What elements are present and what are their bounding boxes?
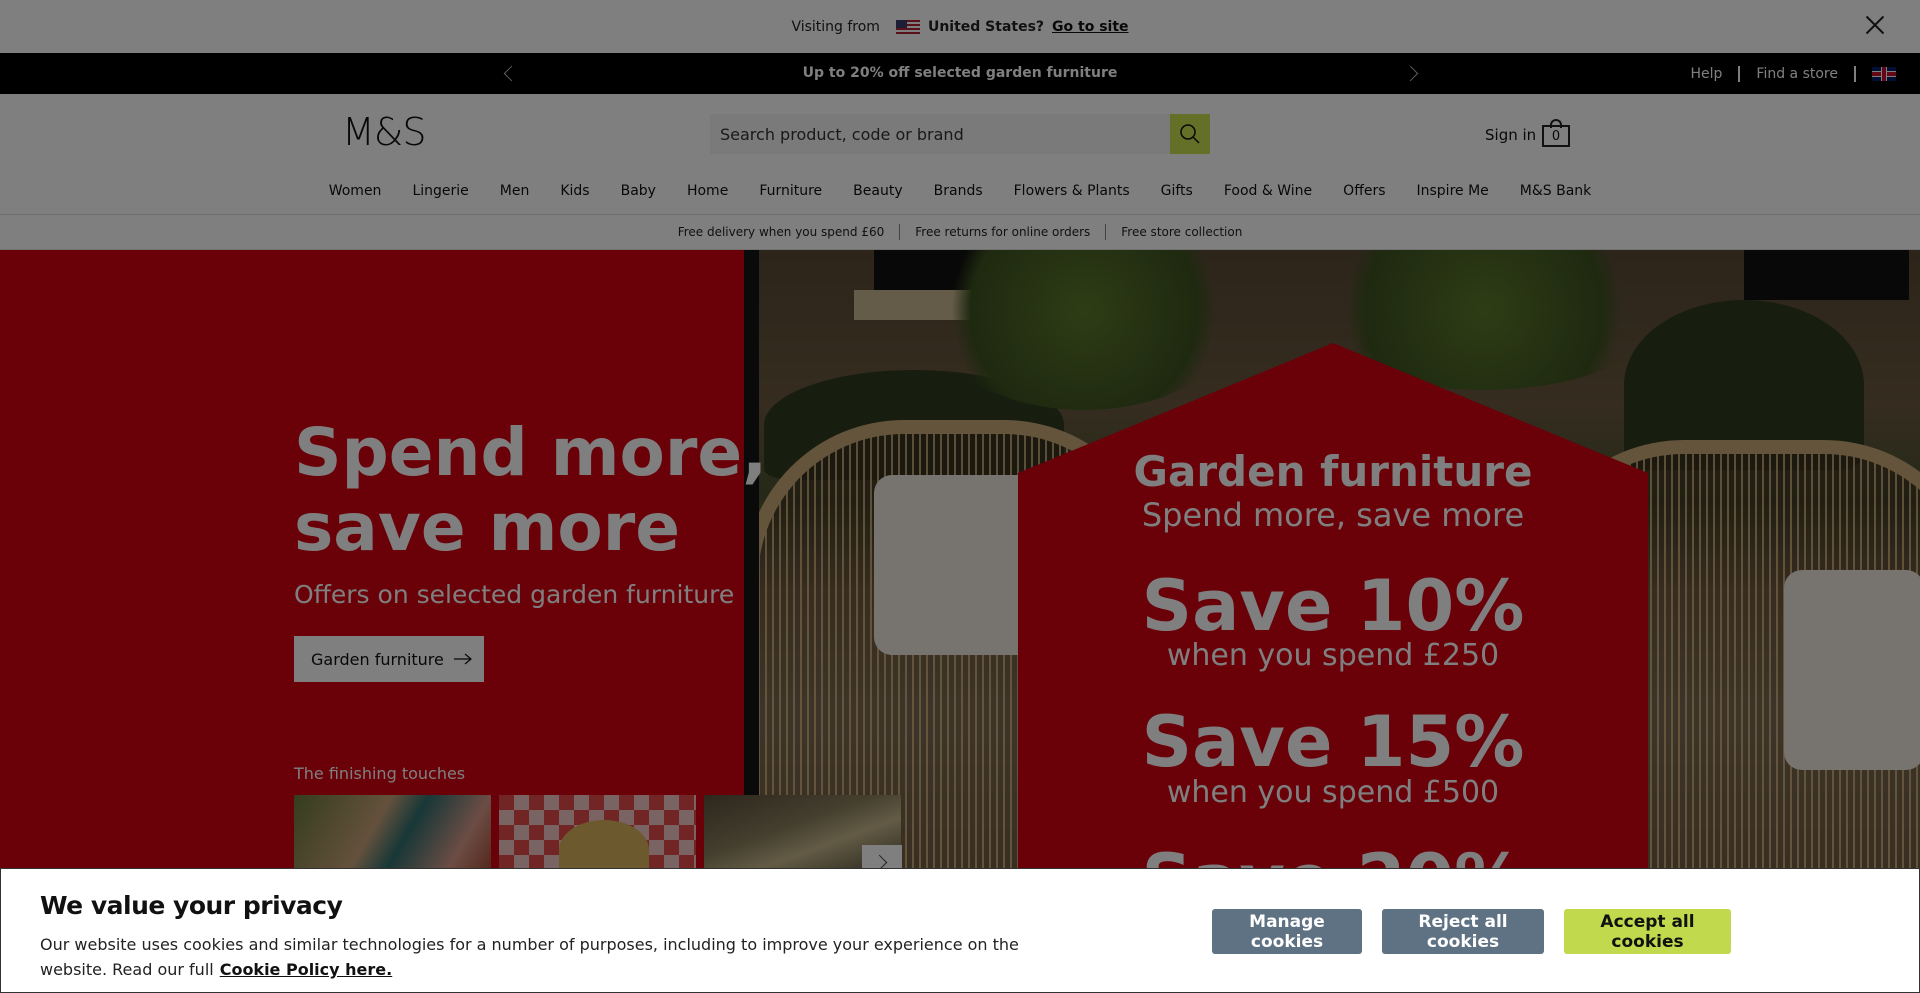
modal-overlay: [0, 0, 1920, 870]
cookie-policy-link[interactable]: Cookie Policy here.: [220, 960, 393, 979]
cookie-banner: We value your privacy Our website uses c…: [0, 868, 1920, 993]
cookie-body-text: Our website uses cookies and similar tec…: [40, 935, 1019, 979]
reject-all-cookies-button[interactable]: Reject all cookies: [1382, 909, 1544, 954]
accept-all-cookies-button[interactable]: Accept all cookies: [1564, 909, 1731, 954]
manage-cookies-button[interactable]: Manage cookies: [1212, 909, 1362, 954]
cookie-title: We value your privacy: [40, 891, 343, 920]
cookie-body: Our website uses cookies and similar tec…: [40, 932, 1020, 982]
